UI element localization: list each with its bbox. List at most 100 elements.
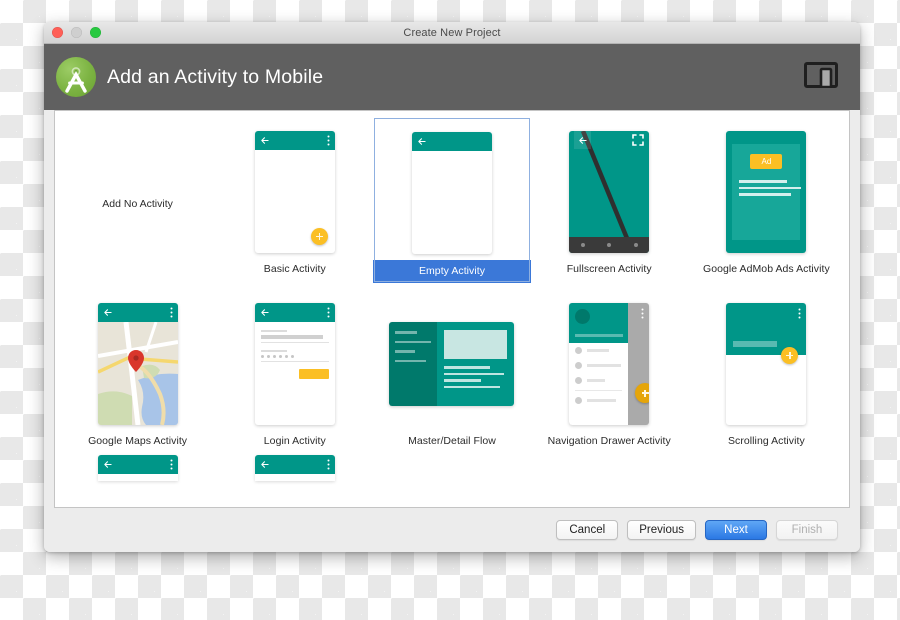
create-new-project-window: Create New Project Add an Activity to Mo… [44,22,860,552]
text-line [739,180,787,183]
next-button[interactable]: Next [705,520,767,540]
drawer-item-label [587,379,605,382]
diagonal-decoration [569,131,649,253]
text-line [444,386,500,389]
content-area: Add No Activity [44,110,860,508]
cancel-button[interactable]: Cancel [556,520,618,540]
android-studio-logo-icon [56,57,96,97]
back-arrow-icon [260,308,269,317]
phone-mock-admob: Ad [726,131,806,253]
overflow-menu-icon [170,459,173,470]
thumbnail [531,297,688,431]
dialog-footer: Cancel Previous Next Finish [44,508,860,552]
back-arrow-icon [103,460,112,469]
text-line [444,366,490,369]
list-icon [575,362,582,369]
template-tile-fullscreen-activity[interactable]: Fullscreen Activity [531,117,688,283]
template-tile-add-no-activity[interactable]: Add No Activity [59,117,216,283]
app-bar [98,455,178,474]
template-label: Scrolling Activity [688,431,845,455]
password-field-label [261,350,287,352]
thumbnail: Ad [688,125,845,259]
template-label: Empty Activity [373,260,530,283]
template-tile-row3-a[interactable] [59,455,216,481]
finish-button: Finish [776,520,838,540]
template-tile-row3-c [373,455,530,481]
template-tile-google-maps-activity[interactable]: Google Maps Activity [59,289,216,455]
text-line [444,379,481,382]
template-tile-scrolling-activity[interactable]: Scrolling Activity [688,289,845,455]
fullscreen-top-bar [569,131,649,149]
system-nav-bar [569,237,649,253]
thumbnail [216,297,373,431]
previous-button[interactable]: Previous [627,520,696,540]
ad-panel: Ad [732,144,800,240]
app-bar [255,131,335,150]
back-arrow-icon [574,131,591,149]
list-item [395,341,431,344]
nav-dot [634,243,638,247]
phone-mock-basic [255,131,335,253]
back-arrow-icon [260,460,269,469]
template-grid-row-3-clipped [55,455,849,481]
template-label: Google Maps Activity [59,431,216,455]
template-label: Master/Detail Flow [373,431,530,455]
template-tile-empty-activity[interactable]: Empty Activity [373,117,530,283]
drawer-item-label [587,349,609,352]
drawer-divider [575,390,622,391]
template-gallery: Add No Activity [54,110,850,508]
app-bar [98,303,178,322]
template-label: Login Activity [216,431,373,455]
thumbnail [216,125,373,259]
text-line [444,373,504,376]
tablet-mock-master-detail [389,322,514,406]
detail-pane [437,322,515,406]
app-bar-title [733,341,777,347]
phone-mock-fullscreen [569,131,649,253]
app-bar [255,455,335,474]
drawer-item [569,373,628,388]
phone-mock-partial [98,455,178,481]
list-icon [575,347,582,354]
phone-mock-scrolling [726,303,806,425]
template-label: Navigation Drawer Activity [531,431,688,455]
thumbnail-placeholder: Add No Activity [59,125,216,283]
drawer-item-label [587,399,615,402]
window-titlebar: Create New Project [44,22,860,44]
text-line [739,193,791,196]
phone-mock-partial [255,455,335,481]
template-tile-row3-e [688,455,845,481]
overflow-menu-icon [170,307,173,318]
back-arrow-icon [417,137,426,146]
drawer-item-label [587,364,621,367]
app-bar [412,132,492,151]
sign-in-button [299,369,329,379]
template-tile-row3-d [531,455,688,481]
thumbnail [59,297,216,431]
map-graphic [98,322,178,425]
template-grid-row-1: Add No Activity [55,111,849,283]
page-title: Add an Activity to Mobile [107,66,804,89]
overflow-menu-icon [327,135,330,146]
device-preview-icon[interactable] [804,62,838,93]
thumbnail [373,297,530,431]
template-tile-basic-activity[interactable]: Basic Activity [216,117,373,283]
avatar [575,309,590,324]
floating-action-button [311,228,328,245]
phone-mock-nav-drawer [569,303,649,425]
nav-dot [581,243,585,247]
dialog-header: Add an Activity to Mobile [44,44,860,110]
list-item [395,331,417,334]
thumbnail [688,297,845,431]
field-underline [261,361,329,362]
template-tile-admob-activity[interactable]: Ad Google AdMob Ads Activity [688,117,845,283]
back-arrow-icon [103,308,112,317]
template-tile-row3-b[interactable] [216,455,373,481]
drawer-item [569,393,628,408]
template-label: Add No Activity [102,198,173,210]
list-item [395,360,426,363]
template-tile-navigation-drawer-activity[interactable]: Navigation Drawer Activity [531,289,688,455]
template-tile-login-activity[interactable]: Login Activity [216,289,373,455]
template-tile-master-detail-flow[interactable]: Master/Detail Flow [373,289,530,455]
floating-action-button [635,383,649,403]
